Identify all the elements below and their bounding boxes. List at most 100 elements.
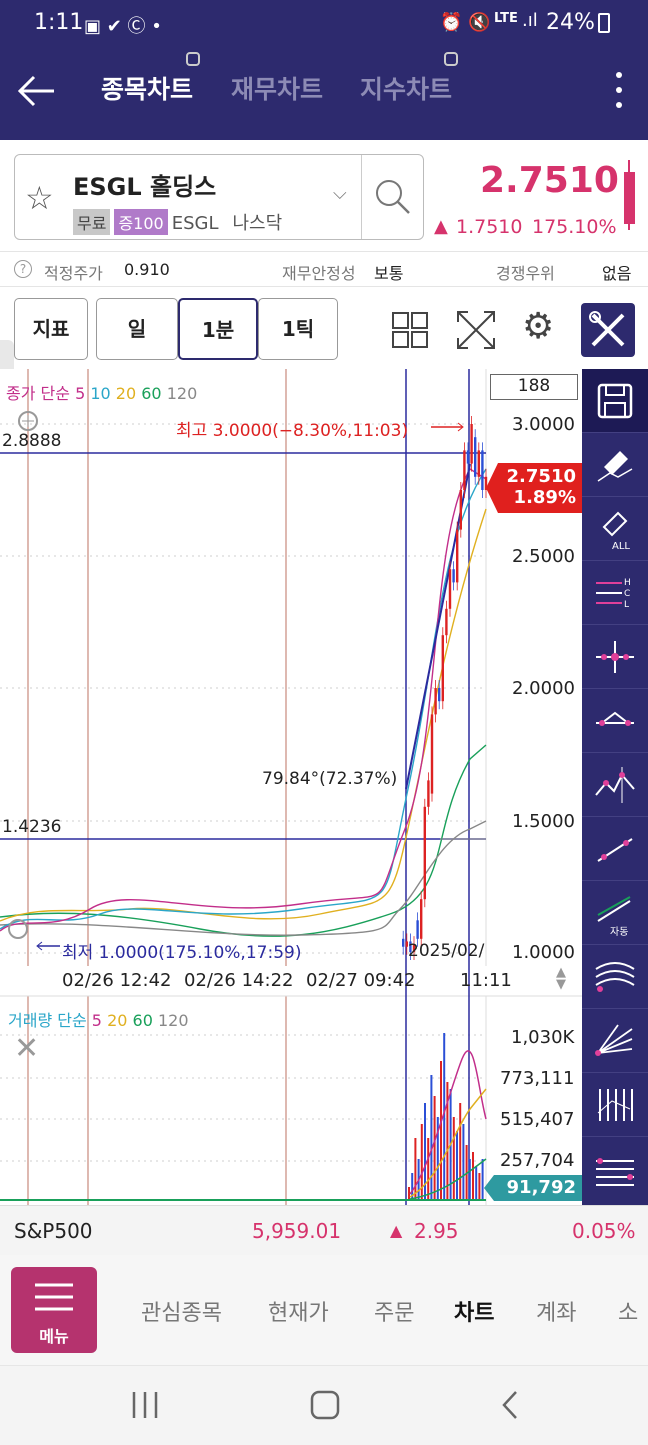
volume-bar [468, 1159, 471, 1201]
period-lines-tool[interactable] [582, 1073, 648, 1137]
save-icon [597, 383, 633, 419]
period-1min-button[interactable]: 1분 [178, 298, 258, 360]
volume-bar [481, 1159, 484, 1201]
price-change: 1.7510 [456, 216, 523, 238]
channel-tool[interactable] [582, 1137, 648, 1201]
more-menu-icon[interactable] [616, 72, 624, 112]
recent-apps-icon[interactable] [130, 1390, 160, 1420]
crosshair-tool[interactable] [582, 625, 648, 689]
menu-watchlist[interactable]: 관심종목 [141, 1295, 222, 1327]
index-up-icon: ▲ [390, 1221, 403, 1240]
zigzag-icon [595, 767, 635, 803]
year-label: 2025/02/ [408, 941, 485, 961]
legend-prefix: 종가 단순 [6, 384, 70, 403]
price-legend[interactable]: 종가 단순 5 10 20 60 120 [6, 380, 197, 404]
tab-index-chart[interactable]: 지수차트 [360, 70, 452, 106]
zigzag-tool[interactable] [582, 753, 648, 817]
volume-bar [475, 1166, 478, 1201]
volume-bar [408, 1187, 410, 1201]
hamburger-icon [35, 1283, 73, 1311]
market-name: 나스닥 [232, 213, 283, 234]
tab-badge-icon [186, 52, 200, 66]
peak-line-tool[interactable] [582, 689, 648, 753]
index-name: S&P500 [14, 1219, 93, 1243]
menu-current-price[interactable]: 현재가 [268, 1295, 329, 1327]
period-1min-label: 1분 [201, 318, 235, 342]
save-tool[interactable] [582, 369, 648, 433]
auto-trendline-tool[interactable]: 자동 [582, 881, 648, 945]
index-ticker[interactable]: S&P500 5,959.01 ▲ 2.95 0.05% [0, 1205, 648, 1255]
indicator-button[interactable]: 지표 [14, 298, 88, 360]
yaxis-label: 2.0000 [512, 678, 575, 699]
bottom-menu: 메뉴 관심종목 현재가 주문 차트 계좌 소 [0, 1255, 648, 1365]
volume-bar [459, 1103, 462, 1201]
menu-label: 메뉴 [39, 1327, 69, 1346]
legend-ma20: 20 [115, 384, 137, 403]
chart-area[interactable]: 종가 단순 5 10 20 60 120 188 2.8888 1.4236 최… [0, 369, 582, 1205]
fan-tool[interactable] [582, 1009, 648, 1073]
competition-label: 경쟁우위 [496, 264, 555, 283]
home-icon[interactable] [310, 1390, 340, 1420]
close-pane-icon[interactable]: ✕ [14, 1031, 39, 1066]
hline-label-top: 2.8888 [2, 431, 62, 451]
menu-chart[interactable]: 차트 [454, 1295, 494, 1327]
stock-name: ESGL 홀딩스 [73, 173, 217, 201]
stability-label: 재무안정성 [282, 264, 356, 283]
hline-label-bottom: 1.4236 [2, 817, 62, 837]
favorite-star-icon[interactable]: ☆ [25, 179, 54, 217]
price-candle-icon [624, 160, 635, 230]
price-change-pct: 175.10% [532, 216, 617, 238]
peak-line-icon [596, 711, 634, 726]
trendline-tool[interactable] [582, 817, 648, 881]
fair-price-label: 적정주가 [44, 264, 103, 283]
stock-selector[interactable]: ☆ ESGL 홀딩스 무료 증100 ESGL 나스닥 ⌵ [14, 154, 424, 240]
volume-bar [472, 1152, 474, 1201]
volume-legend-ma60: 60 [132, 1011, 153, 1030]
yaxis-label: 1.5000 [512, 811, 575, 832]
menu-order[interactable]: 주문 [374, 1295, 414, 1327]
chevron-down-icon[interactable]: ⌵ [333, 183, 347, 204]
arc-tool[interactable] [582, 945, 648, 1009]
eraser-all-tool[interactable]: ALL [582, 497, 648, 561]
menu-button[interactable]: 메뉴 [11, 1267, 97, 1353]
volume-bar [456, 1131, 458, 1201]
yaxis-label: 3.0000 [512, 414, 575, 435]
period-day-label: 일 [127, 317, 147, 341]
pane-resize-icon[interactable]: ▲ ▼ [556, 966, 566, 991]
legend-ma10: 10 [90, 384, 111, 403]
eraser-tool[interactable] [582, 433, 648, 497]
system-nav-bar [0, 1365, 648, 1445]
fullscreen-icon[interactable] [456, 310, 496, 350]
volume-legend-ma5: 5 [91, 1011, 102, 1030]
tools-button[interactable] [581, 303, 635, 357]
battery-text: 24% [546, 10, 595, 35]
low-annotation: 최저 1.0000(175.10%,17:59) [62, 943, 302, 963]
period-day-button[interactable]: 일 [96, 298, 178, 360]
volume-bar [424, 1103, 426, 1201]
menu-account[interactable]: 계좌 [536, 1295, 576, 1327]
volume-yaxis-label: 1,030K [511, 1027, 575, 1048]
high-annotation: 최고 3.0000(−8.30%,11:03) [176, 421, 409, 441]
back-arrow-icon[interactable] [16, 74, 56, 108]
period-1tick-button[interactable]: 1틱 [258, 298, 338, 360]
menu-more[interactable]: 소 [618, 1295, 648, 1327]
lte-label: LTE [494, 11, 518, 26]
layout-grid-icon[interactable] [392, 312, 428, 348]
tab-finance-chart[interactable]: 재무차트 [231, 70, 323, 106]
settings-gear-icon[interactable]: ⚙ [522, 306, 554, 347]
tab-stock-chart[interactable]: 종목차트 [101, 70, 193, 106]
hcl-tool[interactable]: HCL [582, 561, 648, 625]
search-icon[interactable] [373, 177, 413, 217]
help-icon[interactable]: ? [14, 260, 32, 278]
volume-bar [433, 1096, 436, 1201]
bar-count-box[interactable]: 188 [490, 374, 578, 400]
status-bar: 1:11 ▣ ✔ Ⓒ • ⏰ 🔇 LTE .ıl 24% [0, 0, 648, 46]
stability-value: 보통 [374, 264, 404, 283]
fair-price-value: 0.910 [124, 260, 170, 279]
xaxis-label: 02/26 14:22 [184, 970, 294, 991]
back-icon[interactable] [496, 1390, 526, 1420]
tab-badge-icon [444, 52, 458, 66]
change-up-icon: ▲ [434, 216, 448, 237]
volume-yaxis-label: 515,407 [500, 1109, 575, 1130]
volume-legend[interactable]: 거래량 단순 5 20 60 120 [8, 1007, 189, 1031]
